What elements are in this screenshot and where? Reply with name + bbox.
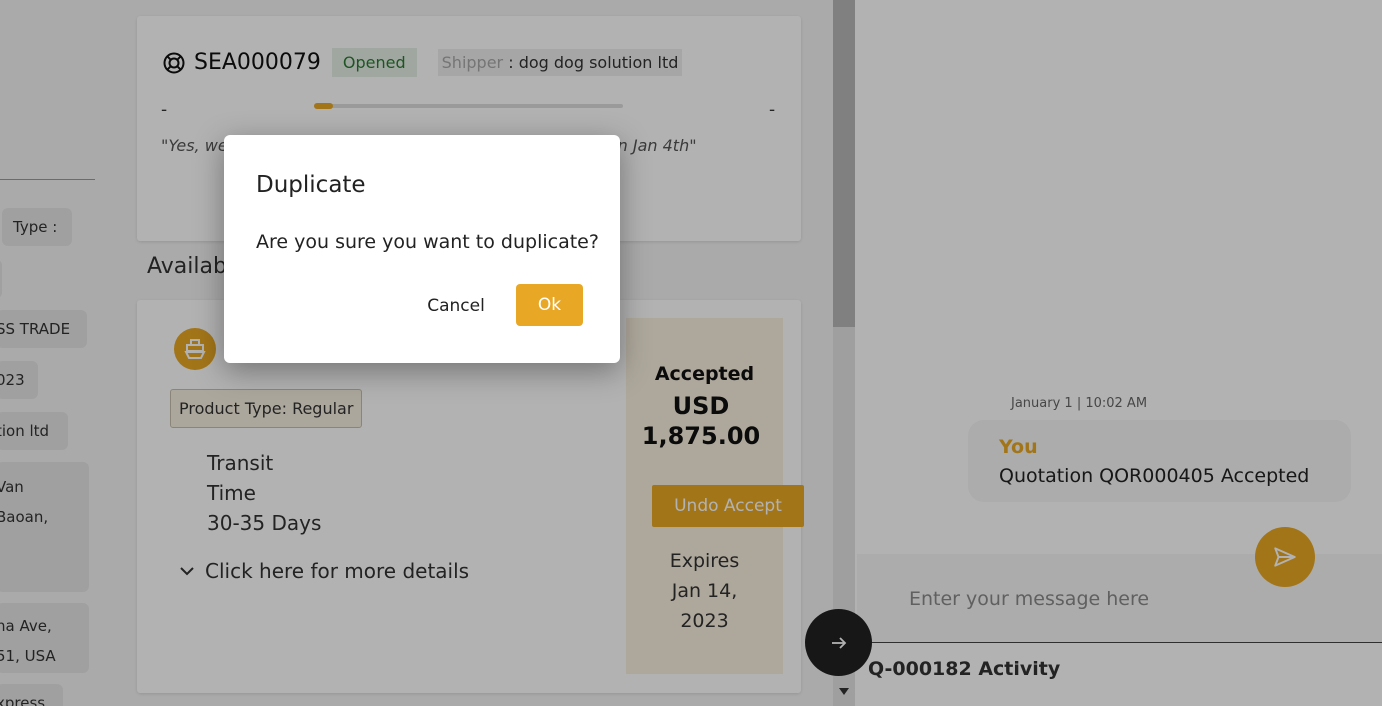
dialog-message: Are you sure you want to duplicate? (256, 231, 599, 253)
ok-button[interactable]: Ok (516, 284, 583, 326)
dialog-title: Duplicate (256, 172, 366, 198)
duplicate-dialog: Duplicate Are you sure you want to dupli… (224, 135, 620, 363)
cancel-button[interactable]: Cancel (420, 291, 492, 321)
modal-backdrop[interactable] (0, 0, 1382, 706)
